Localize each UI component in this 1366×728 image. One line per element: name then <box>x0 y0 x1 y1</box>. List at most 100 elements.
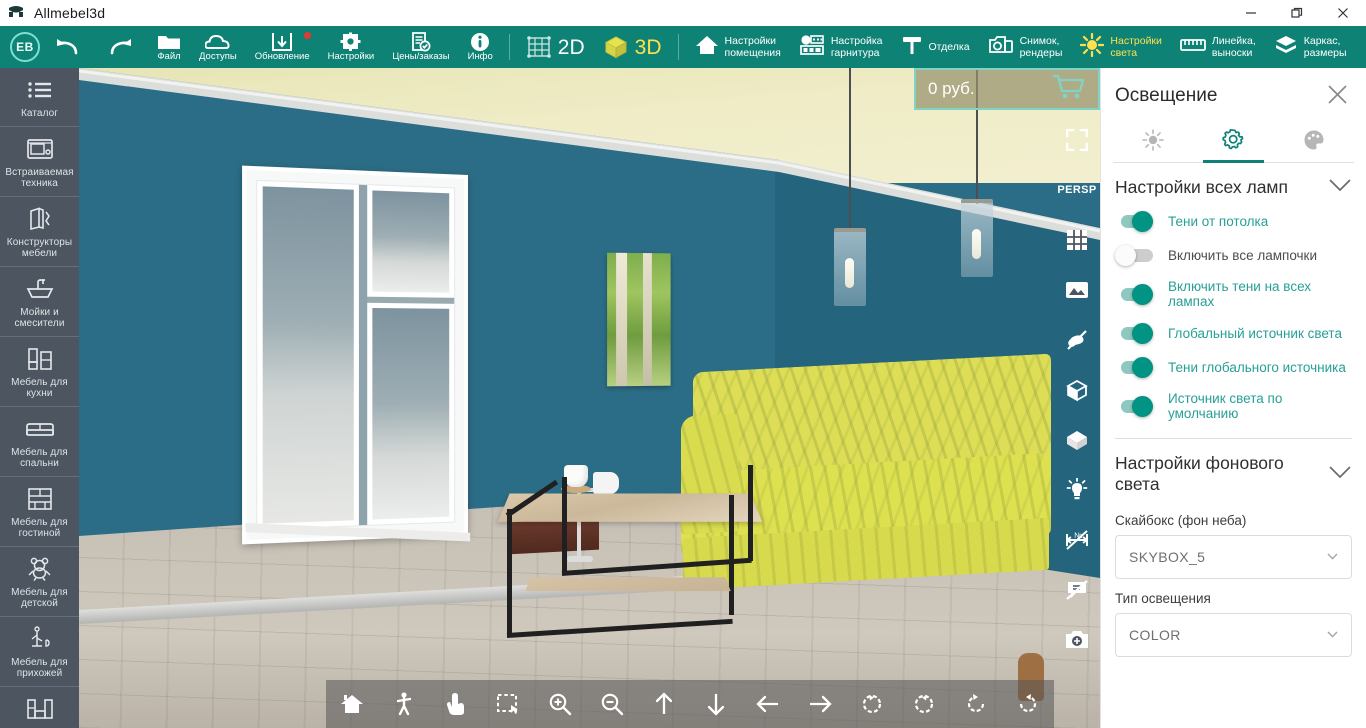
minimize-button[interactable] <box>1228 0 1274 26</box>
toggle-switch[interactable] <box>1115 323 1155 344</box>
sidebar-item-kitchen[interactable]: Мебель для кухни <box>0 337 79 407</box>
tab-brightness[interactable] <box>1113 122 1193 162</box>
window-object[interactable] <box>242 165 468 545</box>
pan-down-button[interactable] <box>696 684 736 724</box>
user-avatar[interactable]: ЕВ <box>10 32 40 62</box>
section-header-background-light[interactable]: Настройки фонового света <box>1101 439 1366 501</box>
toggle-label-global-shadows: Тени глобального источника <box>1168 359 1346 375</box>
toggle-row-all-bulbs[interactable]: Включить все лампочки <box>1101 238 1366 272</box>
zoom-out-button[interactable] <box>592 684 632 724</box>
close-button[interactable] <box>1320 0 1366 26</box>
cloud-icon <box>204 32 231 51</box>
chevron-down-icon <box>1327 552 1338 562</box>
toggle-switch[interactable] <box>1115 284 1155 305</box>
cabinet-builder-icon <box>26 204 54 234</box>
chevron-down-icon[interactable] <box>1328 178 1352 197</box>
toggle-row-ceiling-shadows[interactable]: Тени от потолка <box>1101 204 1366 238</box>
toggle-switch[interactable] <box>1115 396 1155 417</box>
toolbar-item-room-settings[interactable]: Настройки помещения <box>686 26 790 68</box>
maximize-button[interactable] <box>1274 0 1320 26</box>
toggle-switch[interactable] <box>1115 211 1155 232</box>
toolbar-item-update[interactable]: Обновление <box>246 26 319 68</box>
coffee-table-object[interactable] <box>497 465 763 663</box>
orbit-cw-button[interactable] <box>852 684 892 724</box>
sidebar-item-living-room[interactable]: Мебель для гостиной <box>0 477 79 547</box>
camera-add-icon[interactable] <box>1057 620 1097 660</box>
select-pointer-button[interactable] <box>436 684 476 724</box>
table-rail <box>506 618 733 638</box>
sidebar-item-sinks[interactable]: Мойки и смесители <box>0 267 79 337</box>
toolbar-item-settings[interactable]: Настройки <box>319 26 384 68</box>
table-leg <box>729 495 734 615</box>
toolbar-item-ruler[interactable]: Линейка, выноски <box>1171 26 1265 68</box>
table-leg <box>748 465 753 561</box>
toggle-row-global-light[interactable]: Глобальный источник света <box>1101 316 1366 350</box>
view-2d-button[interactable]: 2D <box>517 26 594 68</box>
sidebar-item-nord-collection[interactable]: Коллекция Норд <box>0 687 79 728</box>
price-badge[interactable]: 0 руб. <box>914 68 1100 110</box>
close-icon[interactable] <box>1323 82 1352 110</box>
orbit-ccw-button[interactable] <box>904 684 944 724</box>
wall-picture-object[interactable] <box>607 252 671 387</box>
toolbar-item-finishing[interactable]: Отделка <box>892 26 979 68</box>
hide-dimensions-icon[interactable]: № <box>1057 520 1097 560</box>
chevron-down-icon[interactable] <box>1328 465 1352 484</box>
shopping-cart-icon[interactable] <box>1052 74 1086 105</box>
solid-box-icon[interactable] <box>1057 420 1097 460</box>
toolbar-item-file[interactable]: Файл <box>148 26 190 68</box>
switch-knob <box>1132 357 1153 378</box>
zoom-in-button[interactable] <box>540 684 580 724</box>
light-bulb-icon[interactable] <box>1057 470 1097 510</box>
sidebar-item-hallway[interactable]: Мебель для прихожей <box>0 617 79 687</box>
pan-left-button[interactable] <box>748 684 788 724</box>
table-rail <box>561 557 752 576</box>
grid-icon[interactable] <box>1057 220 1097 260</box>
toolbar-item-access[interactable]: Доступы <box>190 26 246 68</box>
viewport-3d[interactable]: 0 руб. PERSP № <box>79 68 1100 728</box>
image-icon[interactable] <box>1057 270 1097 310</box>
tab-settings[interactable] <box>1193 122 1273 163</box>
redo-button[interactable] <box>94 26 148 68</box>
sidebar-item-furniture-builders[interactable]: Конструкторы мебели <box>0 197 79 267</box>
marquee-select-button[interactable] <box>488 684 528 724</box>
sidebar-item-catalog[interactable]: Каталог <box>0 68 79 127</box>
toggle-row-all-lamp-shadows[interactable]: Включить тени на всех лампах <box>1101 272 1366 316</box>
toggle-row-global-shadows[interactable]: Тени глобального источника <box>1101 350 1366 384</box>
toggle-switch[interactable] <box>1115 245 1155 266</box>
tab-palette[interactable] <box>1274 122 1354 162</box>
sidebar-label-appliances: Встраиваемая техника <box>5 166 74 190</box>
toolbar-item-furniture-settings[interactable]: Настройка гарнитура <box>790 26 892 68</box>
pan-right-button[interactable] <box>800 684 840 724</box>
toolbar-item-render[interactable]: Снимок, рендеры <box>979 26 1072 68</box>
hide-labels-icon[interactable] <box>1057 570 1097 610</box>
pendant-lamp-1[interactable] <box>834 68 866 306</box>
home-icon <box>695 34 719 61</box>
rotate-left-button[interactable] <box>956 684 996 724</box>
home-view-button[interactable] <box>332 684 372 724</box>
lamp-bulb <box>845 258 854 288</box>
section-header-all-lamps[interactable]: Настройки всех ламп <box>1101 163 1366 204</box>
toggle-row-default-light[interactable]: Источник света по умолчанию <box>1101 384 1366 428</box>
open-box-icon[interactable] <box>1057 370 1097 410</box>
no-texture-icon[interactable] <box>1057 320 1097 360</box>
rotate-right-button[interactable] <box>1008 684 1048 724</box>
pan-up-button[interactable] <box>644 684 684 724</box>
toolbar-divider-1 <box>508 34 510 60</box>
toolbar-item-light-settings[interactable]: Настройки света <box>1071 26 1171 68</box>
sidebar-item-bedroom[interactable]: Мебель для спальни <box>0 407 79 477</box>
view-3d-button[interactable]: 3D <box>594 26 671 68</box>
sidebar-item-kids[interactable]: Мебель для детской <box>0 547 79 617</box>
skybox-select[interactable]: SKYBOX_5 <box>1115 535 1352 579</box>
lamp-shade <box>961 199 993 277</box>
toolbar-item-wireframe[interactable]: Каркас, размеры <box>1265 26 1356 68</box>
light-type-select[interactable]: COLOR <box>1115 613 1352 657</box>
projection-mode-label[interactable]: PERSP <box>1057 170 1097 210</box>
walk-mode-button[interactable] <box>384 684 424 724</box>
toolbar-item-prices[interactable]: Цены/заказы <box>383 26 458 68</box>
undo-button[interactable] <box>40 26 94 68</box>
fullscreen-icon[interactable] <box>1057 120 1097 160</box>
toggle-switch[interactable] <box>1115 357 1155 378</box>
sidebar-item-appliances[interactable]: Встраиваемая техника <box>0 127 79 197</box>
viewport-right-toolbar: PERSP № <box>1054 110 1100 728</box>
toolbar-item-info[interactable]: Инфо <box>459 26 502 68</box>
